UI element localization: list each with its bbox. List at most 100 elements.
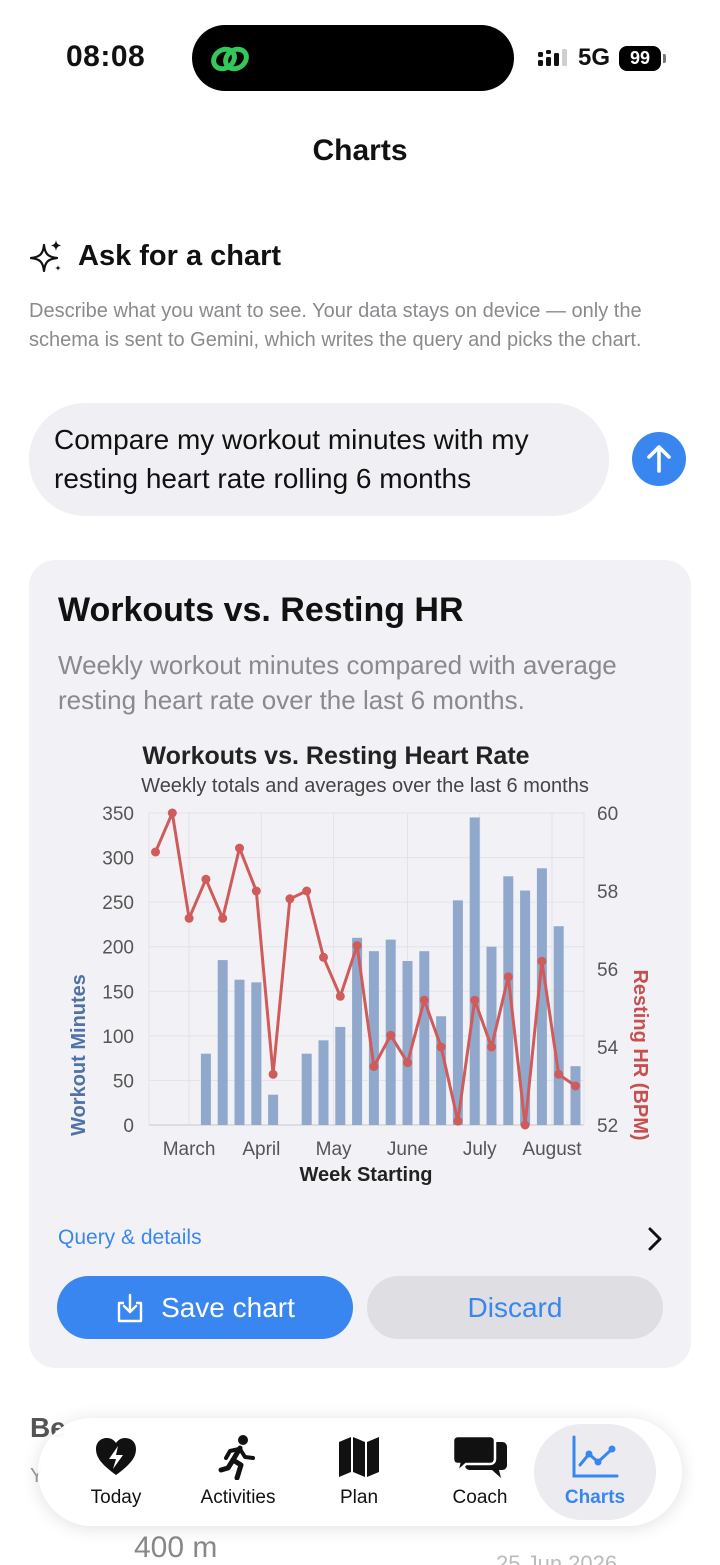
x-tick-label: March <box>163 1139 216 1160</box>
hr-point <box>268 1069 278 1079</box>
bar <box>268 1094 279 1125</box>
right-axis-ticks: 52 54 56 58 60 <box>597 804 619 1137</box>
hr-point <box>503 972 513 982</box>
tab-plan-label: Plan <box>339 1487 379 1508</box>
bar <box>570 1066 581 1125</box>
save-chart-button[interactable]: Save chart <box>57 1276 353 1339</box>
tab-charts-label: Charts <box>564 1487 626 1508</box>
bar <box>301 1053 312 1125</box>
y-tick-label: 150 <box>102 982 134 1003</box>
map-icon <box>339 1437 379 1477</box>
chat-bubbles-icon <box>451 1434 507 1478</box>
chart-card: Workouts vs. Resting HR Weekly workout m… <box>29 560 691 1368</box>
ask-title: Ask for a chart <box>78 239 282 272</box>
tab-charts[interactable]: Charts <box>534 1424 656 1520</box>
signal-icon <box>538 49 567 66</box>
hr-point <box>537 956 547 966</box>
chevron-right-icon[interactable] <box>645 1226 665 1252</box>
bar <box>251 982 262 1125</box>
arrow-up-icon <box>647 445 671 473</box>
bar <box>436 1016 447 1125</box>
x-axis-label: Week Starting <box>300 1164 433 1186</box>
hr-point <box>470 995 480 1005</box>
card-subtitle: Weekly workout minutes compared with ave… <box>58 650 617 715</box>
y2-tick-label: 58 <box>597 882 618 903</box>
hr-point <box>571 1081 580 1091</box>
hr-point <box>436 1042 446 1052</box>
dynamic-island[interactable] <box>192 25 514 91</box>
discard-button[interactable]: Discard <box>367 1276 663 1339</box>
x-tick-label: May <box>316 1139 352 1160</box>
hr-point <box>554 1069 564 1079</box>
heart-bolt-icon <box>96 1438 136 1475</box>
hr-point <box>184 913 194 923</box>
hr-point <box>302 886 312 896</box>
bar <box>234 979 245 1125</box>
prompt-input[interactable]: Compare my workout minutes with my resti… <box>29 403 609 516</box>
y-tick-label: 100 <box>102 1027 134 1048</box>
y-tick-label: 200 <box>102 938 134 959</box>
y-tick-label: 250 <box>102 893 134 914</box>
y2-axis-label: Resting HR (BPM) <box>629 969 651 1140</box>
hr-point <box>403 1058 412 1068</box>
chart-title: Workouts vs. Resting Heart Rate <box>142 742 529 770</box>
bar <box>200 1053 211 1125</box>
hr-point <box>369 1062 379 1071</box>
bar <box>217 960 228 1125</box>
hr-point <box>386 1030 396 1040</box>
x-tick-label: April <box>242 1139 280 1160</box>
sparkles-icon <box>30 240 62 273</box>
send-button[interactable] <box>632 432 686 486</box>
hr-point <box>453 1116 463 1126</box>
y2-tick-label: 54 <box>597 1038 619 1059</box>
y2-tick-label: 60 <box>597 804 618 825</box>
hr-point <box>520 1120 530 1130</box>
y-tick-label: 350 <box>102 804 134 825</box>
tab-today[interactable]: Today <box>55 1418 177 1526</box>
hr-point <box>352 941 362 951</box>
y-tick-label: 0 <box>123 1116 134 1137</box>
battery-tip <box>663 54 666 63</box>
y-tick-label: 50 <box>113 1071 134 1092</box>
bar <box>469 817 480 1125</box>
bar <box>402 960 413 1125</box>
status-bar: 08:08 5G 99 <box>0 0 720 110</box>
save-chart-label: Save chart <box>161 1291 295 1323</box>
hr-point <box>201 874 211 884</box>
running-figure-icon <box>218 1435 255 1480</box>
hr-point <box>167 808 177 818</box>
hr-point <box>419 995 429 1005</box>
x-tick-label: July <box>463 1139 497 1160</box>
hr-point <box>235 843 244 853</box>
bar <box>335 1026 346 1125</box>
tab-activities[interactable]: Activities <box>177 1418 299 1526</box>
chart: Workouts vs. Resting Heart Rate Weekly t… <box>68 742 651 1186</box>
record-date: 25 Jun 2026 <box>496 1551 618 1565</box>
tab-bar: Today Activities Plan Coach Charts <box>38 1418 682 1526</box>
hr-point <box>218 913 228 923</box>
ask-header: Ask for a chart <box>30 238 281 274</box>
hr-point <box>151 847 160 857</box>
card-title: Workouts vs. Resting HR <box>58 591 464 629</box>
tab-activities-label: Activities <box>200 1487 276 1508</box>
left-axis-ticks: 0 50 100 150 200 250 300 350 <box>102 804 134 1137</box>
record-value: 400 m <box>134 1531 218 1564</box>
hr-point <box>319 952 328 962</box>
x-tick-label: August <box>522 1139 582 1160</box>
hr-point <box>251 886 261 896</box>
link-icon <box>211 46 249 72</box>
y2-tick-label: 56 <box>597 960 618 981</box>
y2-tick-label: 52 <box>597 1116 618 1137</box>
page-title: Charts <box>312 134 408 167</box>
status-time: 08:08 <box>66 40 146 73</box>
bar <box>318 1040 329 1125</box>
query-details-link[interactable]: Query & details <box>58 1226 202 1250</box>
tab-plan[interactable]: Plan <box>298 1418 420 1526</box>
hr-point <box>487 1042 496 1052</box>
hr-point <box>335 991 345 1001</box>
x-axis-ticks: March April May June July August <box>163 1139 583 1160</box>
battery-level: 99 <box>619 46 661 71</box>
save-tray-icon <box>117 1293 143 1322</box>
bar <box>553 926 564 1125</box>
tab-coach[interactable]: Coach <box>419 1418 541 1526</box>
